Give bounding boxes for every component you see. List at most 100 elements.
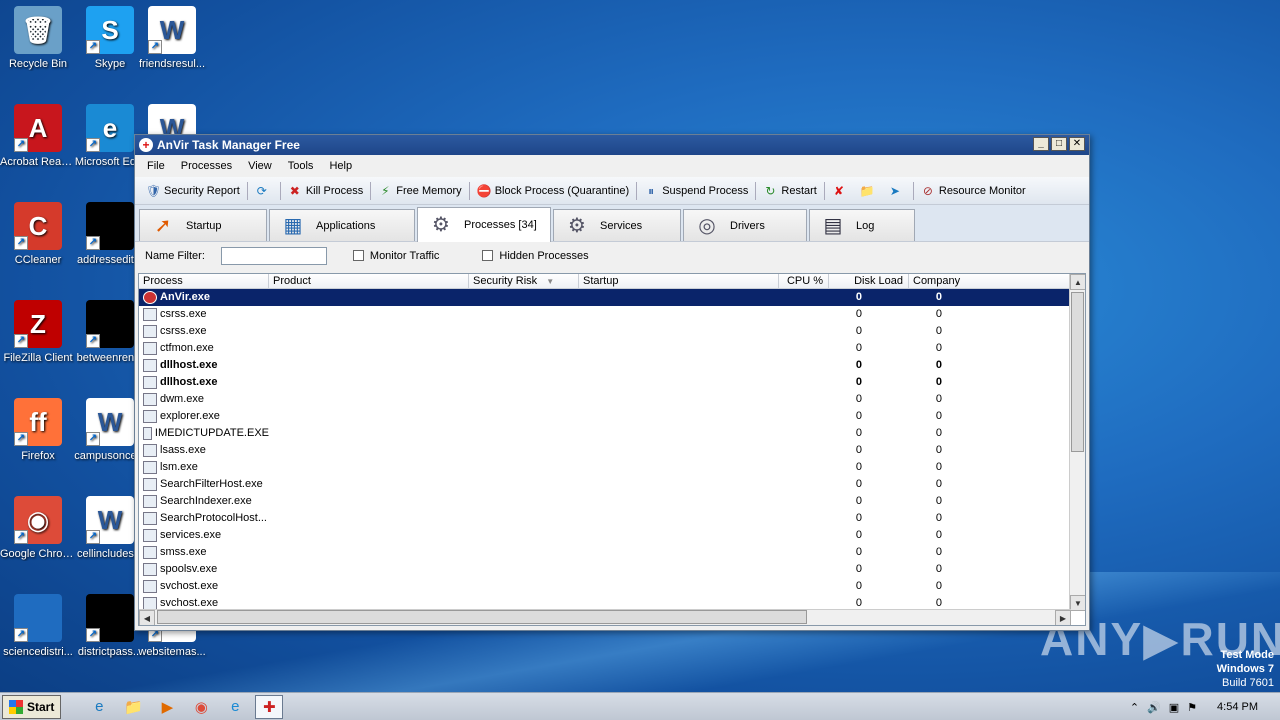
menu-item[interactable]: Processes	[173, 160, 240, 172]
table-row[interactable]: svchost.exe 0 0	[139, 578, 1085, 595]
cpu-cell: 0	[855, 529, 862, 541]
toolbar-button[interactable]: ✖ Kill Process	[283, 180, 368, 202]
table-row[interactable]: ctfmon.exe 0 0	[139, 340, 1085, 357]
monitor-traffic-checkbox[interactable]: Monitor Traffic	[352, 250, 439, 262]
checkbox-box[interactable]	[352, 250, 364, 261]
table-row[interactable]: lsass.exe 0 0	[139, 442, 1085, 459]
tab-icon: ▦	[283, 214, 303, 237]
table-row[interactable]: explorer.exe 0 0	[139, 408, 1085, 425]
window-titlebar[interactable]: + AnVir Task Manager Free _ □ ✕	[135, 135, 1089, 155]
clock[interactable]: 4:54 PM	[1217, 701, 1258, 713]
taskbar-anvir-icon[interactable]: ✚	[255, 694, 284, 719]
menu-item[interactable]: Tools	[280, 160, 322, 172]
maximize-button[interactable]: □	[1051, 137, 1067, 151]
scroll-thumb[interactable]	[1071, 292, 1084, 452]
tab-icon: ◎	[698, 214, 716, 237]
table-row[interactable]: dwm.exe 0 0	[139, 391, 1085, 408]
start-button[interactable]: Start	[2, 694, 62, 719]
table-row[interactable]: services.exe 0 0	[139, 527, 1085, 544]
table-row[interactable]: csrss.exe 0 0	[139, 306, 1085, 323]
toolbar-button[interactable]: ⏸ Suspend Process	[639, 180, 753, 202]
tab-label: Drivers	[730, 219, 765, 232]
checkbox-box[interactable]	[482, 250, 494, 261]
tab-processes[interactable]: ⚙ Processes [34]	[417, 207, 551, 242]
tab-services[interactable]: ⚙ Services	[553, 209, 681, 241]
col-disk-load[interactable]: Disk Load	[829, 274, 909, 288]
vertical-scrollbar[interactable]: ▲ ▼	[1069, 274, 1085, 611]
col-process[interactable]: Process	[139, 274, 269, 288]
scroll-left-icon[interactable]: ◀	[139, 610, 155, 625]
table-row[interactable]: lsm.exe 0 0	[139, 459, 1085, 476]
taskbar-chrome-icon[interactable]: ◉	[187, 695, 215, 719]
table-row[interactable]: SearchProtocolHost... 0 0	[139, 510, 1085, 527]
table-row[interactable]: AnVir.exe 0 0	[139, 289, 1085, 306]
desktop-icon[interactable]: A↗ Acrobat Reader DC	[0, 104, 76, 169]
menu-item[interactable]: File	[139, 160, 173, 172]
minimize-button[interactable]: _	[1033, 137, 1049, 151]
name-filter-input[interactable]	[220, 246, 327, 265]
menu-item[interactable]: View	[240, 160, 280, 172]
desktop-icon[interactable]: ff ↗ Firefox	[0, 398, 76, 463]
toolbar-separator	[912, 181, 914, 200]
col-startup[interactable]: Startup	[579, 274, 779, 288]
toolbar-button[interactable]: ✘	[827, 180, 855, 202]
toolbar-button[interactable]: 📁	[855, 180, 883, 202]
toolbar-button[interactable]: ➤	[883, 180, 911, 202]
toolbar-button[interactable]: ⟳	[250, 180, 278, 202]
desktop-icon[interactable]: ◉ ↗ Google Chrome	[0, 496, 76, 561]
toolbar-button[interactable]: ⊘ Resource Monitor	[916, 180, 1031, 202]
empty-cells	[269, 323, 819, 340]
tray-expand-icon[interactable]: ⌃	[1130, 701, 1139, 714]
table-row[interactable]: csrss.exe 0 0	[139, 323, 1085, 340]
col-cpu[interactable]: CPU %	[779, 274, 829, 288]
hidden-processes-checkbox[interactable]: Hidden Processes	[482, 250, 589, 262]
desktop-icon[interactable]: Z ↗ FileZilla Client	[0, 300, 76, 365]
table-row[interactable]: dllhost.exe 0 0	[139, 357, 1085, 374]
volume-icon[interactable]: 🔊	[1147, 701, 1161, 714]
toolbar-button[interactable]: ⚡ Free Memory	[373, 180, 466, 202]
table-row[interactable]: SearchFilterHost.exe 0 0	[139, 476, 1085, 493]
process-name: explorer.exe	[160, 410, 220, 422]
scroll-down-icon[interactable]: ▼	[1070, 595, 1085, 611]
network-icon[interactable]: ▣	[1169, 701, 1179, 714]
tab-log[interactable]: ▤ Log	[809, 209, 915, 241]
close-button[interactable]: ✕	[1069, 137, 1085, 151]
taskbar-ie-icon[interactable]: e	[85, 695, 113, 719]
horizontal-scrollbar[interactable]: ◀ ▶	[139, 609, 1071, 625]
taskbar-edge-icon[interactable]: e	[221, 695, 249, 719]
folder-icon: 📁	[859, 183, 875, 198]
tab-applications[interactable]: ▦ Applications	[269, 209, 415, 241]
toolbar: 🛡 Security Report ⟳ ✖ Kill Process ⚡ Free Memo…	[135, 177, 1089, 205]
table-row[interactable]: dllhost.exe 0 0	[139, 374, 1085, 391]
table-row[interactable]: spoolsv.exe 0 0	[139, 561, 1085, 578]
menu-item[interactable]: Help	[321, 160, 360, 172]
toolbar-button-label: Restart	[781, 184, 817, 197]
toolbar-button[interactable]: ⛔ Block Process (Quarantine)	[472, 180, 635, 202]
taskbar-explorer-icon[interactable]: 📁	[119, 695, 147, 719]
table-row[interactable]: IMEDICTUPDATE.EXE 0 0	[139, 425, 1085, 442]
scroll-right-icon[interactable]: ▶	[1055, 610, 1071, 625]
toolbar-button[interactable]: ↻ Restart	[758, 180, 821, 202]
col-product[interactable]: Product	[269, 274, 469, 288]
table-row[interactable]: smss.exe 0 0	[139, 544, 1085, 561]
flag-icon[interactable]: ⚑	[1187, 701, 1197, 714]
process-name: dllhost.exe	[160, 376, 218, 388]
cpu-cell: 0	[855, 580, 862, 592]
desktop-icon[interactable]: C ↗ CCleaner	[0, 202, 76, 267]
desktop-icon[interactable]: 🗑 Recycle Bin	[0, 6, 76, 71]
tab-drivers[interactable]: ◎ Drivers	[683, 209, 807, 241]
empty-cells	[269, 510, 819, 527]
tab-startup[interactable]: ➚ Startup	[139, 209, 267, 241]
desktop-icon-label: FileZilla Client	[3, 352, 73, 364]
desktop-icon[interactable]: ↗ sciencedistri...	[0, 594, 76, 659]
col-company[interactable]: Company	[909, 274, 1071, 288]
taskbar-media-icon[interactable]: ▶	[153, 695, 181, 719]
table-row[interactable]: SearchIndexer.exe 0 0	[139, 493, 1085, 510]
hscroll-thumb[interactable]	[157, 610, 807, 624]
toolbar-button[interactable]: 🛡 Security Report	[141, 180, 245, 202]
cpu-cell: 0	[855, 376, 862, 388]
col-security-risk[interactable]: Security Risk ▼	[469, 274, 579, 288]
scroll-up-icon[interactable]: ▲	[1070, 274, 1085, 290]
desktop-icon[interactable]: W ↗ friendsresul...	[134, 6, 210, 71]
process-name-cell: SearchIndexer.exe	[139, 493, 269, 510]
